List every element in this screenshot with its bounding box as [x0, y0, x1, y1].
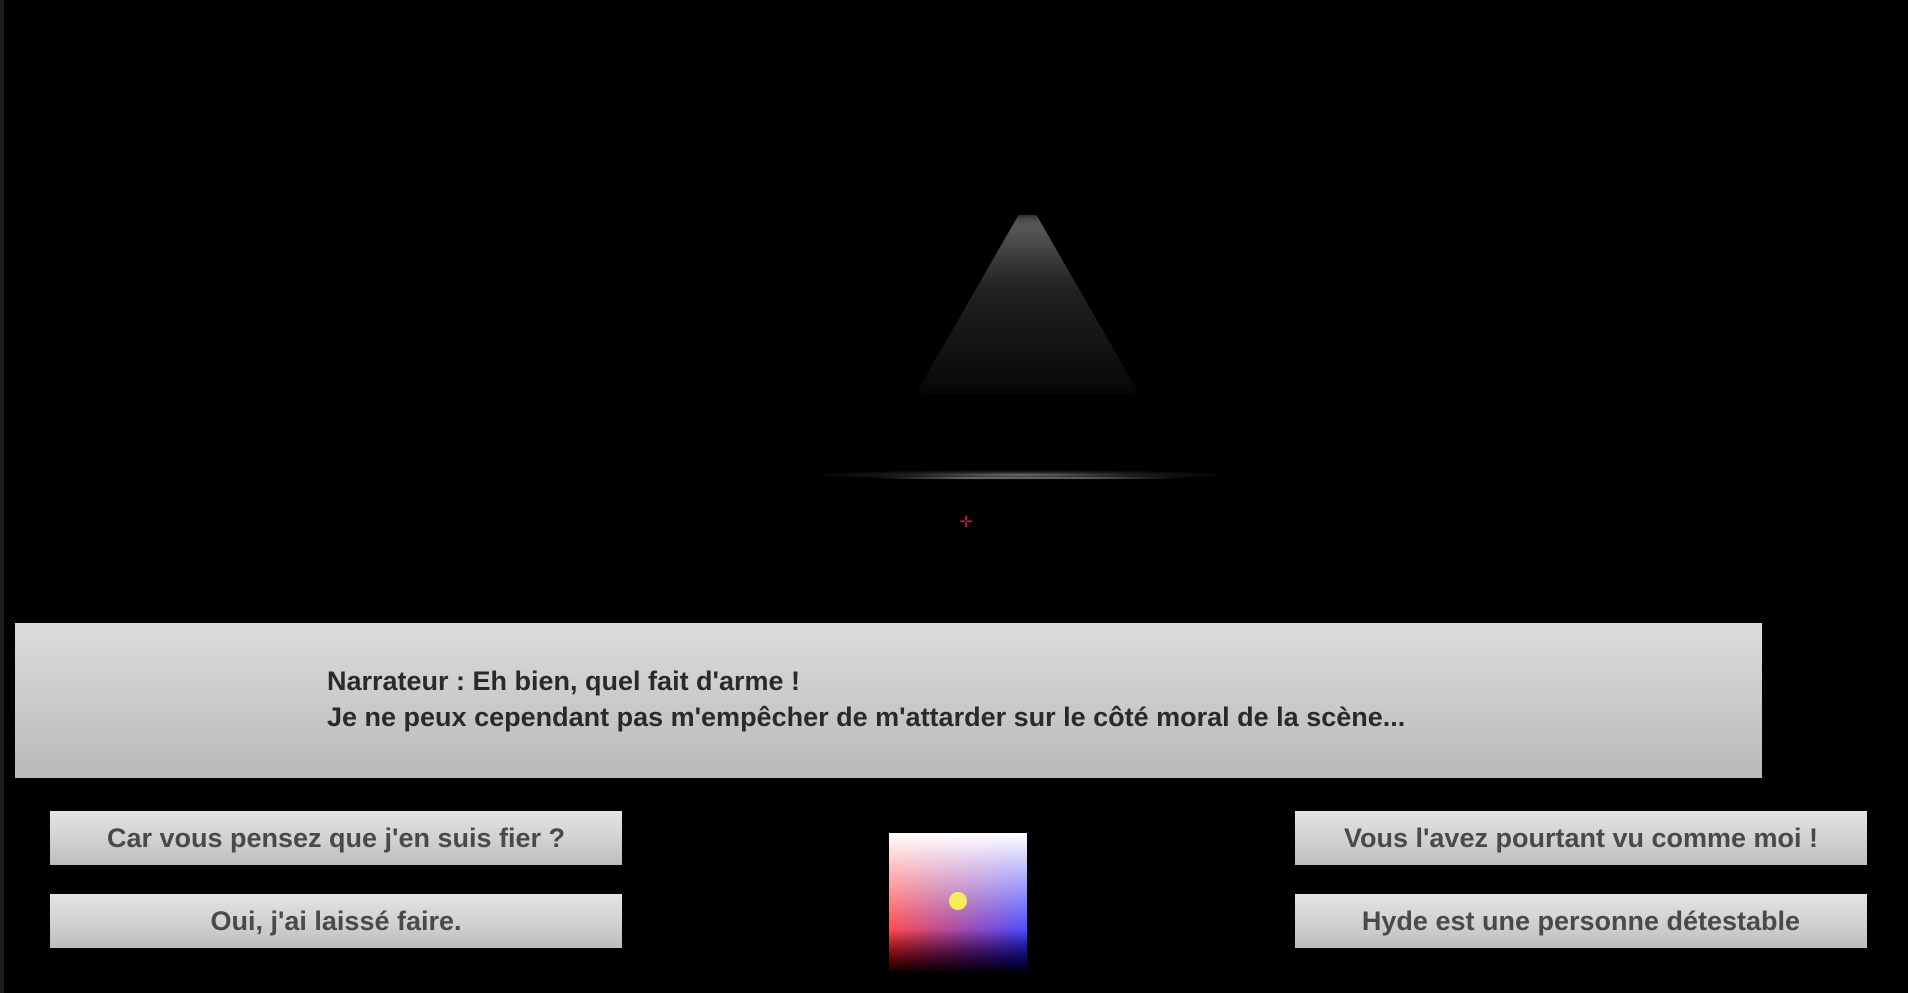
scene-view: ✛ [0, 0, 1908, 620]
dialog-line-body: Je ne peux cependant pas m'empêcher de m… [327, 702, 1406, 732]
dialog-box: Narrateur : Eh bien, quel fait d'arme ! … [15, 623, 1762, 778]
color-picker-knob[interactable] [949, 892, 967, 910]
spotlight-beam [915, 215, 1140, 395]
dialog-line-speaker: Narrateur : Eh bien, quel fait d'arme ! [327, 666, 801, 696]
choice-button-3[interactable]: Vous l'avez pourtant vu comme moi ! [1295, 811, 1867, 865]
choice-button-1[interactable]: Car vous pensez que j'en suis fier ? [50, 811, 622, 865]
crosshair-icon: ✛ [959, 514, 973, 531]
color-picker[interactable] [889, 833, 1027, 971]
choice-button-2[interactable]: Oui, j'ai laissé faire. [50, 894, 622, 948]
choice-button-4[interactable]: Hyde est une personne détestable [1295, 894, 1867, 948]
game-stage: ✛ Narrateur : Eh bien, quel fait d'arme … [0, 0, 1908, 993]
floor-line [880, 477, 1180, 479]
dialog-text: Narrateur : Eh bien, quel fait d'arme ! … [327, 663, 1727, 735]
